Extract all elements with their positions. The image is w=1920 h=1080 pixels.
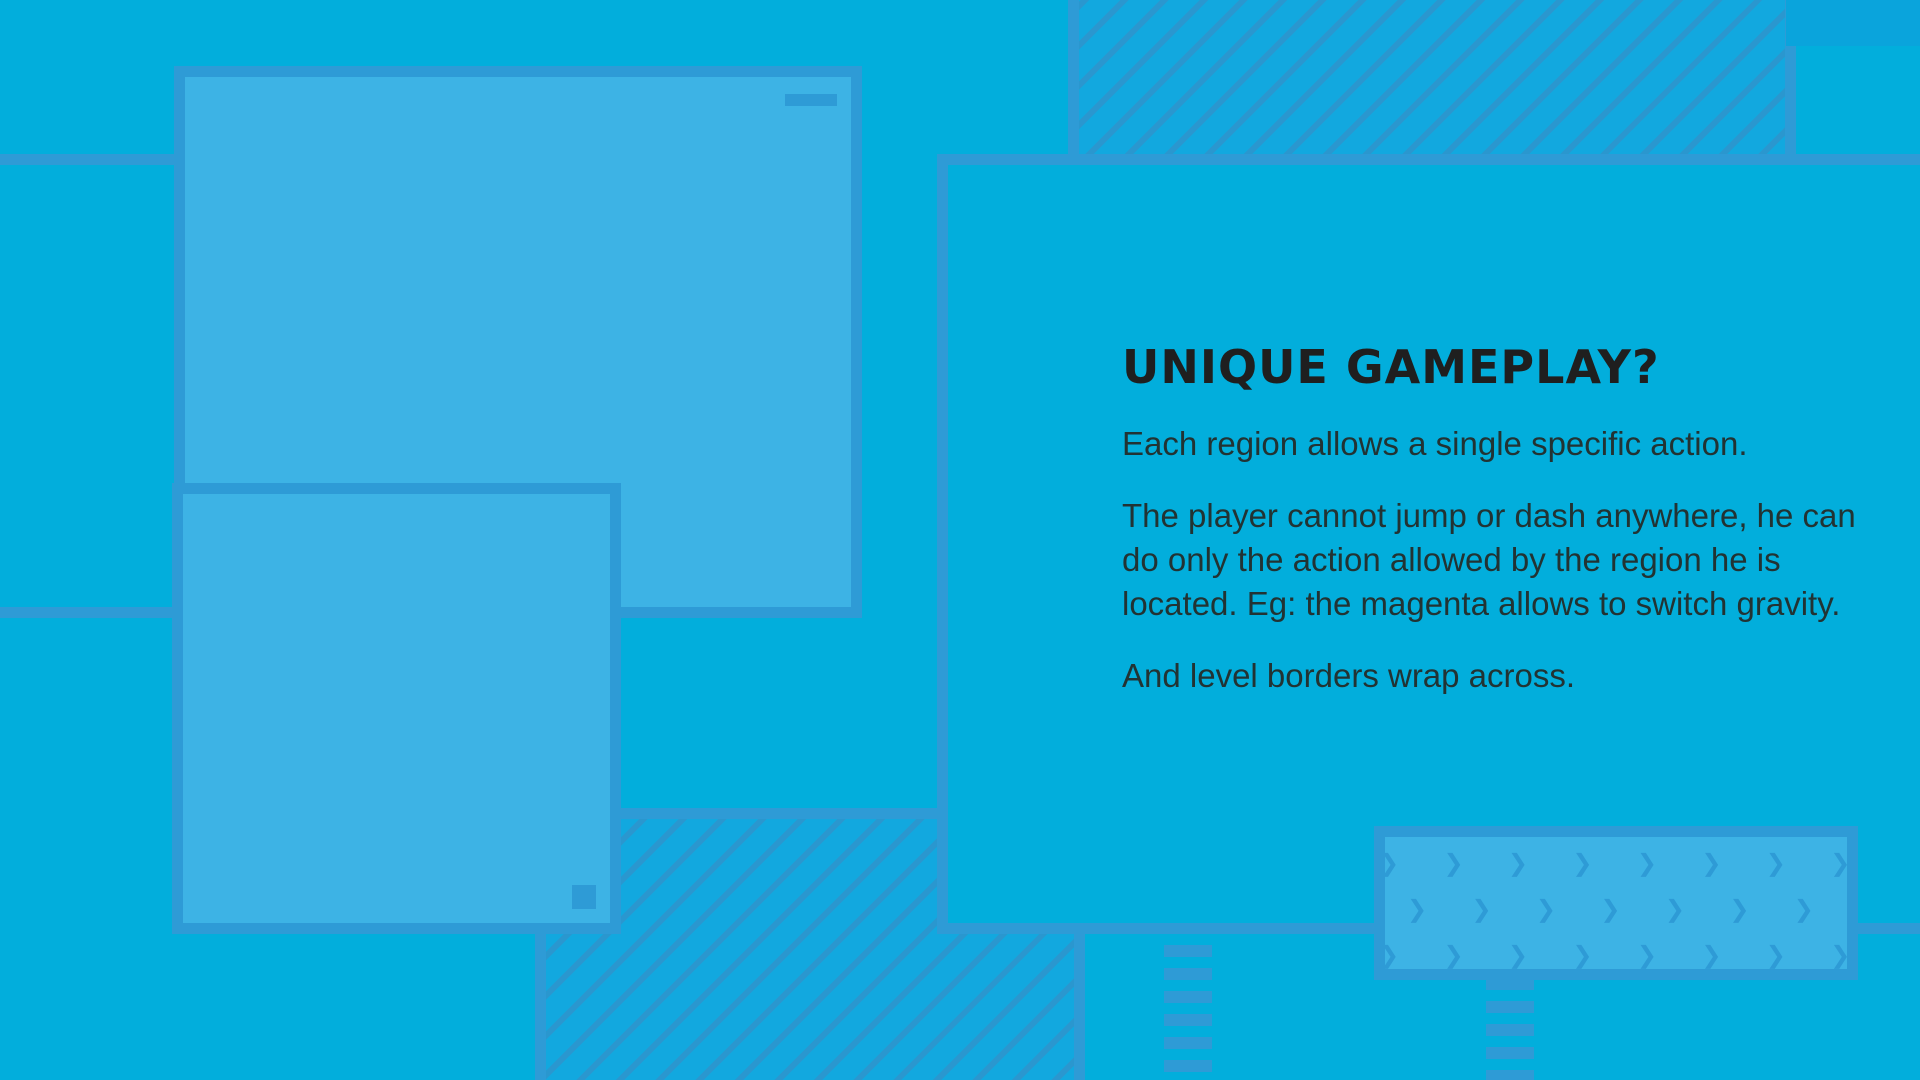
text-content: Unique Gameplay? Each region allows a si…	[1122, 340, 1882, 726]
corner-block-top-right	[1786, 0, 1920, 46]
arrow-row-top: ❯ ❯ ❯ ❯ ❯ ❯ ❯ ❯ ❯ ❯ ❯	[1379, 849, 1847, 877]
arrow-row-bottom: ❯ ❯ ❯ ❯ ❯ ❯ ❯ ❯ ❯ ❯ ❯	[1379, 941, 1847, 969]
striped-block-top	[1068, 0, 1796, 178]
lower-light-block	[172, 483, 621, 934]
paragraph-2: The player cannot jump or dash anywhere,…	[1122, 497, 1856, 622]
arrow-conveyor-block: ❯ ❯ ❯ ❯ ❯ ❯ ❯ ❯ ❯ ❯ ❯ ❯ ❯ ❯ ❯ ❯ ❯ ❯ ❯ ❯ …	[1374, 826, 1858, 980]
arrow-row-middle: ❯ ❯ ❯ ❯ ❯ ❯ ❯ ❯ ❯ ❯ ❯	[1407, 895, 1847, 923]
slide-canvas: ❯ ❯ ❯ ❯ ❯ ❯ ❯ ❯ ❯ ❯ ❯ ❯ ❯ ❯ ❯ ❯ ❯ ❯ ❯ ❯ …	[0, 0, 1920, 1080]
ladder-left	[1164, 945, 1212, 1080]
paragraph-1: Each region allows a single specific act…	[1122, 425, 1748, 462]
dash-marker	[785, 94, 837, 106]
ladder-right	[1486, 978, 1534, 1080]
paragraph-3: And level borders wrap across.	[1122, 657, 1576, 694]
square-marker	[572, 885, 596, 909]
slide-title: Unique Gameplay?	[1122, 340, 1660, 394]
